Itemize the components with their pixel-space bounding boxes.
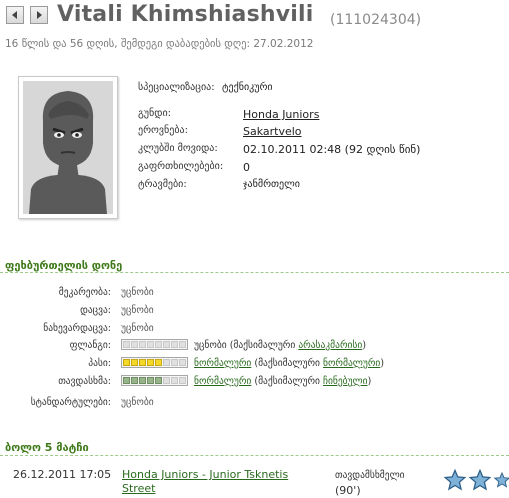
skill-row-attack: თავდასხმა: ნორმალური (მაქსიმალური ჩინებუ… (0, 375, 509, 391)
skill-row-defense: დაცვა: უცნობი (0, 304, 509, 320)
skill-bar-segment (163, 341, 170, 348)
skill-max-link[interactable]: ჩინებული (323, 376, 368, 387)
skill-bar-segment (123, 341, 130, 348)
forward-button[interactable] (30, 6, 48, 24)
warnings-label: გაფრთხილებები: (138, 161, 224, 172)
joined-value: 02.10.2011 02:48 (92 დღის წინ) (243, 143, 421, 156)
skill-value: უცნობი (121, 305, 154, 316)
skill-bar-segment (131, 377, 138, 384)
skill-bar-passing (121, 357, 188, 368)
specialization-value: ტექნიკური (222, 82, 273, 93)
skill-row-midfield: ნახევარდაცვა: უცნობი (0, 322, 509, 338)
skill-bar-segment (131, 341, 138, 348)
skill-row-set-pieces: სტანდარტულები: უცნობი (0, 396, 509, 412)
match-date: 26.12.2011 17:05 (13, 468, 112, 481)
star-icon (469, 469, 491, 491)
skill-bar-segment (147, 359, 154, 366)
skill-label: ფლანგი: (69, 340, 111, 351)
skill-max-prefix: (მაქსიმალური (254, 376, 320, 387)
arrow-right-icon (37, 11, 42, 19)
star-icon (494, 472, 509, 488)
match-row: 26.12.2011 17:05 Honda Juniors - Junior … (0, 464, 509, 498)
skill-bar-segment (179, 359, 186, 366)
matches-divider (0, 455, 509, 456)
skills-section-title: ფეხბურთელის დონე (5, 259, 123, 272)
skill-max-suffix: ) (380, 358, 385, 369)
skill-row-passing: პასი: ნორმალური (მაქსიმალური ნორმალური) (0, 357, 509, 373)
skill-bar-segment (155, 377, 162, 384)
skill-bar-attack (121, 375, 188, 386)
skill-current: უცნობი (194, 340, 227, 351)
skill-bar-segment (139, 359, 146, 366)
skill-current-link[interactable]: ნორმალური (194, 376, 251, 387)
back-button[interactable] (6, 6, 24, 24)
skill-value: ნორმალური (მაქსიმალური ჩინებული) (194, 376, 371, 387)
arrow-left-icon (12, 11, 17, 19)
skill-max-suffix: ) (362, 340, 367, 351)
injuries-value: ჯანმრთელი (243, 179, 300, 190)
skill-bar-segment (139, 377, 146, 384)
skill-bar-segment (155, 359, 162, 366)
warnings-value: 0 (243, 161, 250, 174)
injuries-label: ტრავმები: (138, 179, 187, 190)
match-position: თავდამსხმელი (335, 470, 405, 481)
skill-max-prefix: (მაქსიმალური (229, 340, 296, 351)
specialization-label: სპეციალიზაცია: (138, 82, 215, 93)
skill-bar-segment (171, 377, 178, 384)
player-age-birthday: 16 წლის და 56 დღის, შემდეგი დაბადების დღ… (5, 38, 314, 50)
skill-value: უცნობი (121, 323, 154, 334)
matches-section-title: ბოლო 5 მატჩი (5, 441, 89, 454)
skill-row-goalkeeping: მეკარეობა: უცნობი (0, 286, 509, 302)
skill-label: დაცვა: (80, 305, 111, 316)
team-link[interactable]: Honda Juniors (243, 108, 319, 121)
skill-max-link[interactable]: ნორმალური (323, 358, 380, 369)
player-id: (111024304) (330, 12, 422, 28)
skill-value: ნორმალური (მაქსიმალური ნორმალური) (194, 358, 384, 369)
skill-max-suffix: ) (367, 376, 372, 387)
skills-divider (0, 272, 509, 273)
skill-bar-segment (147, 341, 154, 348)
skill-label: სტანდარტულები: (30, 397, 111, 408)
skill-bar-segment (139, 341, 146, 348)
skill-label: მეკარეობა: (58, 287, 111, 298)
skill-max-prefix: (მაქსიმალური (254, 358, 320, 369)
star-icon (444, 469, 466, 491)
skill-value: უცნობი (121, 397, 154, 408)
skill-max-link[interactable]: არასაკმარისი (298, 340, 362, 351)
skill-bar-segment (163, 377, 170, 384)
skill-current-link[interactable]: ნორმალური (194, 358, 251, 369)
player-silhouette-icon (23, 81, 113, 214)
match-minutes: (90') (335, 484, 361, 497)
skill-bar-segment (179, 377, 186, 384)
skill-bar-segment (163, 359, 170, 366)
skill-bar-segment (123, 359, 130, 366)
player-name: Vitali Khimshiashvili (57, 2, 314, 27)
nationality-label: ეროვნება: (138, 125, 188, 136)
skill-label: ნახევარდაცვა: (43, 323, 111, 334)
match-link[interactable]: Honda Juniors - Junior Tsknetis Street (122, 468, 317, 496)
skill-bar-segment (171, 359, 178, 366)
skill-label: პასი: (88, 358, 111, 369)
skill-value: უცნობი (მაქსიმალური არასაკმარისი) (194, 340, 366, 351)
team-label: გუნდი: (138, 108, 171, 119)
skill-value: უცნობი (121, 287, 154, 298)
skill-label: თავდასხმა: (58, 376, 111, 387)
skill-bar-segment (147, 377, 154, 384)
skill-bar-wing (121, 339, 188, 350)
skill-bar-segment (155, 341, 162, 348)
joined-label: კლუბში მოვიდა: (138, 143, 218, 154)
skill-bar-segment (171, 341, 178, 348)
skill-bar-segment (179, 341, 186, 348)
nationality-link[interactable]: Sakartvelo (243, 125, 302, 138)
skill-bar-segment (123, 377, 130, 384)
skill-row-wing: ფლანგი: უცნობი (მაქსიმალური არასაკმარისი… (0, 339, 509, 355)
skill-bar-segment (131, 359, 138, 366)
avatar (18, 76, 118, 219)
